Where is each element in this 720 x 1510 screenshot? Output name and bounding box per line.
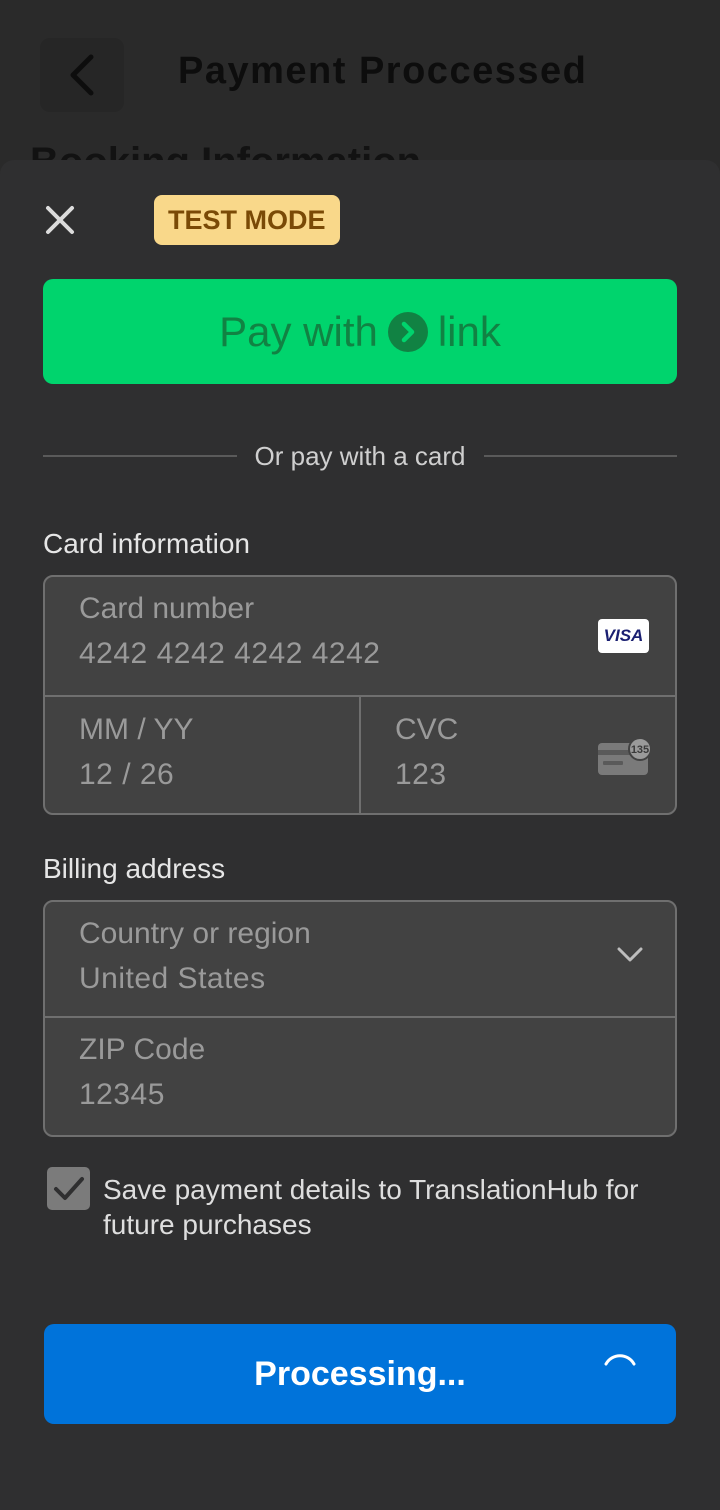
divider-line-left bbox=[43, 455, 237, 457]
divider-line-right bbox=[483, 455, 678, 457]
card-number-value: 4242 4242 4242 4242 bbox=[79, 637, 381, 670]
test-mode-badge: TEST MODE bbox=[154, 195, 340, 245]
back-arrow-icon bbox=[70, 54, 94, 96]
checkmark-icon bbox=[53, 1176, 84, 1200]
close-icon bbox=[46, 206, 74, 234]
expiry-field[interactable]: MM / YY 12 / 26 bbox=[45, 712, 359, 793]
back-button[interactable] bbox=[40, 38, 124, 112]
payment-sheet: TEST MODE Pay with link Or pay with a ca… bbox=[0, 160, 720, 1510]
card-information-label: Card information bbox=[43, 528, 250, 559]
close-button[interactable] bbox=[40, 200, 80, 240]
card-number-label: Card number bbox=[79, 592, 255, 625]
zip-field[interactable]: ZIP Code 12345 bbox=[45, 1032, 675, 1113]
save-payment-checkbox[interactable] bbox=[47, 1167, 90, 1210]
card-information-group: Card number 4242 4242 4242 4242 VISA MM … bbox=[43, 575, 677, 815]
visa-card-icon: VISA bbox=[598, 619, 649, 653]
zip-value: 12345 bbox=[79, 1078, 165, 1111]
save-payment-text: Save payment details to TranslationHub f… bbox=[103, 1174, 639, 1240]
country-value: United States bbox=[79, 962, 266, 995]
zip-label: ZIP Code bbox=[79, 1033, 206, 1066]
billing-address-label: Billing address bbox=[43, 853, 226, 884]
expiry-value: 12 / 26 bbox=[79, 758, 175, 791]
link-button-prefix: Pay with bbox=[219, 307, 378, 355]
page-title: Payment Proccessed bbox=[178, 50, 588, 92]
expiry-label: MM / YY bbox=[79, 713, 194, 746]
country-select[interactable]: Country or region United States bbox=[45, 916, 675, 997]
cvc-icon-number: 135 bbox=[631, 744, 649, 756]
link-chevron-icon bbox=[387, 311, 428, 352]
card-number-field[interactable]: Card number 4242 4242 4242 4242 bbox=[45, 591, 675, 672]
pay-with-link-button[interactable]: Pay with link bbox=[43, 279, 677, 384]
or-divider: Or pay with a card bbox=[43, 440, 678, 472]
billing-address-group: Country or region United States ZIP Code… bbox=[43, 900, 677, 1137]
link-brand-text: link bbox=[437, 307, 501, 355]
cvc-card-icon: 135 bbox=[598, 737, 652, 775]
loading-spinner-icon bbox=[604, 1354, 636, 1366]
chevron-down-icon bbox=[617, 947, 643, 962]
billing-divider bbox=[45, 1016, 675, 1018]
country-label: Country or region bbox=[79, 917, 311, 950]
processing-button[interactable]: Processing... bbox=[44, 1324, 676, 1424]
divider-text: Or pay with a card bbox=[254, 440, 466, 471]
processing-label: Processing... bbox=[254, 1354, 466, 1393]
